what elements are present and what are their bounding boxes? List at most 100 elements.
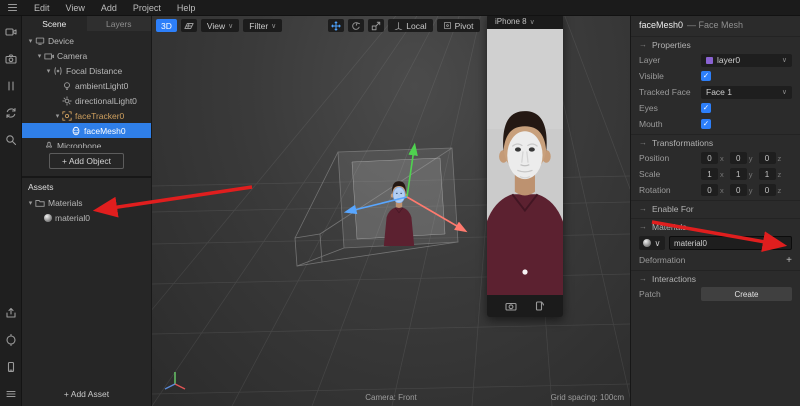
mouth-checkbox[interactable]: ✓ bbox=[701, 119, 711, 129]
position-z-input[interactable]: 0 bbox=[759, 152, 776, 164]
tree-item-face-tracker[interactable]: ▾ faceTracker0 bbox=[22, 108, 151, 123]
hamburger-menu-icon[interactable] bbox=[5, 388, 17, 400]
camera-front-label: Camera: Front bbox=[365, 393, 417, 402]
camera-icon[interactable] bbox=[5, 53, 17, 65]
move-tool-button[interactable] bbox=[328, 19, 344, 32]
rotation-z-input[interactable]: 0 bbox=[759, 184, 776, 196]
section-arrow-icon: → bbox=[639, 138, 647, 147]
local-toggle[interactable]: Local bbox=[388, 19, 432, 32]
rotation-y-input[interactable]: 0 bbox=[730, 184, 747, 196]
chevron-down-icon[interactable]: ▾ bbox=[35, 52, 44, 60]
rotate-tool-button[interactable] bbox=[348, 19, 364, 32]
rotate-device-icon[interactable] bbox=[533, 300, 545, 312]
chevron-down-icon[interactable]: ▾ bbox=[53, 112, 62, 120]
position-y-input[interactable]: 0 bbox=[730, 152, 747, 164]
mode-3d-button[interactable]: 3D bbox=[156, 19, 177, 32]
add-asset-button[interactable]: + Add Asset bbox=[64, 389, 109, 406]
transform-tools: Local Pivot bbox=[328, 19, 479, 32]
scale-label: Scale bbox=[639, 169, 701, 179]
layout-columns-icon[interactable] bbox=[5, 80, 17, 92]
section-materials[interactable]: → Materials bbox=[631, 218, 800, 234]
add-deformation-button[interactable]: + bbox=[786, 255, 792, 266]
filter-dropdown[interactable]: Filter ∨ bbox=[243, 19, 282, 32]
camera-flip-icon[interactable] bbox=[505, 300, 517, 312]
spark-ar-studio-window: Edit View Add Project Help bbox=[0, 0, 800, 406]
plug-device-icon[interactable] bbox=[5, 334, 17, 346]
simulator-controls bbox=[487, 295, 563, 317]
tab-scene[interactable]: Scene bbox=[22, 16, 87, 31]
tab-layers[interactable]: Layers bbox=[87, 16, 152, 31]
tree-item-microphone[interactable]: Microphone bbox=[22, 138, 151, 148]
rotation-x-input[interactable]: 0 bbox=[701, 184, 718, 196]
pivot-label: Pivot bbox=[455, 21, 474, 31]
tree-item-ambient-light[interactable]: ambientLight0 bbox=[22, 78, 151, 93]
chevron-down-icon[interactable]: ▾ bbox=[26, 37, 35, 45]
tree-item-face-mesh-selected[interactable]: faceMesh0 bbox=[22, 123, 151, 138]
visible-checkbox[interactable]: ✓ bbox=[701, 71, 711, 81]
tree-item-focal-distance[interactable]: ▾ Focal Distance bbox=[22, 63, 151, 78]
menu-project[interactable]: Project bbox=[133, 3, 161, 13]
directional-light-icon bbox=[62, 96, 72, 106]
section-enable-for[interactable]: → Enable For bbox=[631, 200, 800, 216]
tree-item-camera[interactable]: ▾ Camera bbox=[22, 48, 151, 63]
phone-icon[interactable] bbox=[5, 361, 17, 373]
export-icon[interactable] bbox=[5, 307, 17, 319]
folder-icon bbox=[35, 198, 45, 208]
rotate-icon bbox=[351, 21, 361, 31]
scale-y-input[interactable]: 1 bbox=[730, 168, 747, 180]
rotation-label: Rotation bbox=[639, 185, 701, 195]
menu-help[interactable]: Help bbox=[177, 3, 196, 13]
section-properties[interactable]: → Properties bbox=[631, 36, 800, 52]
eyes-checkbox[interactable]: ✓ bbox=[701, 103, 711, 113]
chevron-down-icon: ∨ bbox=[228, 22, 233, 30]
section-arrow-icon: → bbox=[639, 40, 647, 49]
section-label: Transformations bbox=[652, 138, 713, 148]
scale-z-input[interactable]: 1 bbox=[759, 168, 776, 180]
tree-label: Focal Distance bbox=[66, 66, 122, 76]
video-icon[interactable] bbox=[5, 26, 17, 38]
menu-bar: Edit View Add Project Help bbox=[0, 0, 800, 16]
local-label: Local bbox=[406, 21, 426, 31]
tree-label: Microphone bbox=[57, 141, 101, 149]
tracked-face-select[interactable]: Face 1 ∨ bbox=[701, 86, 792, 99]
material-sphere-icon bbox=[643, 239, 651, 247]
search-icon[interactable] bbox=[5, 134, 17, 146]
axis-x-label: x bbox=[720, 154, 724, 163]
asset-label: Materials bbox=[48, 198, 82, 208]
section-interactions[interactable]: → Interactions bbox=[631, 270, 800, 286]
scale-tool-button[interactable] bbox=[368, 19, 384, 32]
material-name-input[interactable] bbox=[669, 236, 792, 250]
view-dropdown[interactable]: View ∨ bbox=[201, 19, 239, 32]
check-icon: ✓ bbox=[703, 72, 709, 80]
chevron-down-icon: ∨ bbox=[782, 88, 787, 96]
grid-toggle-button[interactable] bbox=[181, 19, 197, 32]
simulator-device-dropdown[interactable]: iPhone 8 ∨ bbox=[487, 14, 563, 29]
scale-row: Scale 1x 1y 1z bbox=[631, 166, 800, 182]
material-type-select[interactable]: ∨ bbox=[639, 236, 665, 250]
simulator-window[interactable]: iPhone 8 ∨ bbox=[487, 14, 563, 317]
add-object-button[interactable]: + Add Object bbox=[49, 153, 124, 169]
sync-icon[interactable] bbox=[5, 107, 17, 119]
pivot-toggle[interactable]: Pivot bbox=[437, 19, 480, 32]
tree-item-directional-light[interactable]: directionalLight0 bbox=[22, 93, 151, 108]
layer-select[interactable]: layer0 ∨ bbox=[701, 54, 792, 67]
create-patch-button[interactable]: Create bbox=[701, 287, 792, 301]
tree-item-device[interactable]: ▾ Device bbox=[22, 33, 151, 48]
section-transformations[interactable]: → Transformations bbox=[631, 134, 800, 150]
position-label: Position bbox=[639, 153, 701, 163]
menu-add[interactable]: Add bbox=[101, 3, 117, 13]
asset-folder-materials[interactable]: ▾ Materials bbox=[22, 195, 151, 210]
chevron-down-icon[interactable]: ▾ bbox=[44, 67, 53, 75]
scale-x-input[interactable]: 1 bbox=[701, 168, 718, 180]
chevron-down-icon: ∨ bbox=[654, 238, 660, 249]
local-axes-icon bbox=[394, 21, 403, 30]
material-row: ∨ bbox=[631, 234, 800, 252]
chevron-down-icon[interactable]: ▾ bbox=[26, 199, 35, 207]
tree-label: Camera bbox=[57, 51, 87, 61]
menu-edit[interactable]: Edit bbox=[34, 3, 50, 13]
app-menu-icon[interactable] bbox=[7, 2, 18, 13]
asset-item-material0[interactable]: material0 bbox=[22, 210, 151, 225]
section-label: Interactions bbox=[652, 274, 696, 284]
position-x-input[interactable]: 0 bbox=[701, 152, 718, 164]
menu-view[interactable]: View bbox=[66, 3, 85, 13]
